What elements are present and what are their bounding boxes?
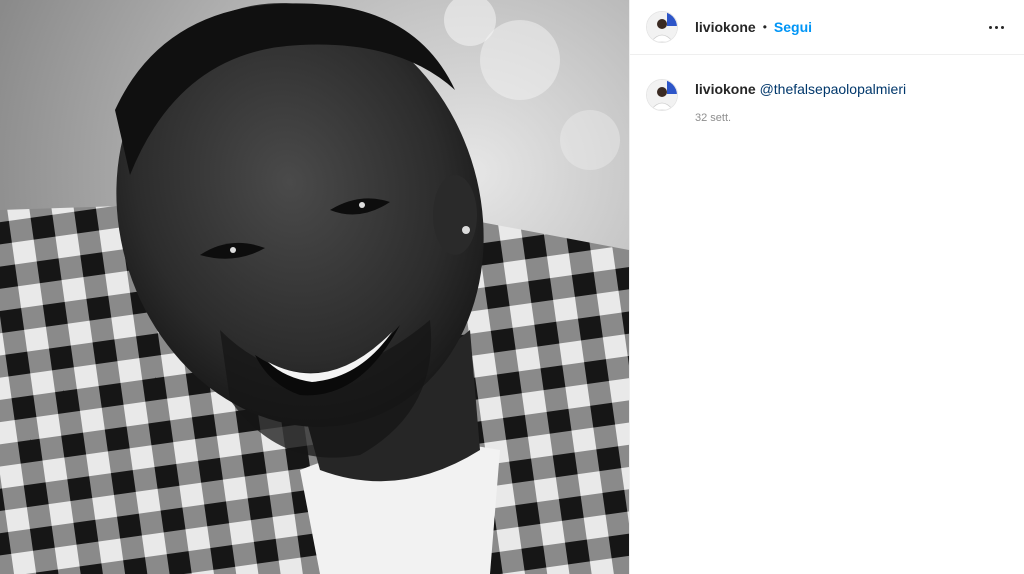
avatar-image <box>647 80 677 110</box>
caption-avatar[interactable] <box>646 79 678 111</box>
post-header: liviokone • Segui <box>630 0 1024 55</box>
caption-mention-link[interactable]: @thefalsepaolopalmieri <box>760 81 907 97</box>
avatar-image <box>647 12 677 42</box>
post-timestamp[interactable]: 32 sett. <box>695 112 906 124</box>
more-dot <box>988 25 992 29</box>
instagram-post: liviokone • Segui liviokone @thefalsepao… <box>0 0 1024 574</box>
header-separator: • <box>762 20 767 34</box>
avatar[interactable] <box>646 11 678 43</box>
caption-row: liviokone @thefalsepaolopalmieri 32 sett… <box>630 55 1024 124</box>
portrait-image <box>0 0 629 574</box>
caption-body: liviokone @thefalsepaolopalmieri 32 sett… <box>695 79 906 124</box>
more-dot <box>1000 25 1004 29</box>
post-side-panel: liviokone • Segui liviokone @thefalsepao… <box>629 0 1024 574</box>
more-options-icon[interactable] <box>984 15 1008 39</box>
header-username[interactable]: liviokone <box>695 19 756 35</box>
follow-button[interactable]: Segui <box>774 19 812 35</box>
more-dot <box>994 25 998 29</box>
post-photo[interactable] <box>0 0 629 574</box>
caption-text: liviokone @thefalsepaolopalmieri <box>695 80 906 98</box>
caption-username[interactable]: liviokone <box>695 81 756 97</box>
